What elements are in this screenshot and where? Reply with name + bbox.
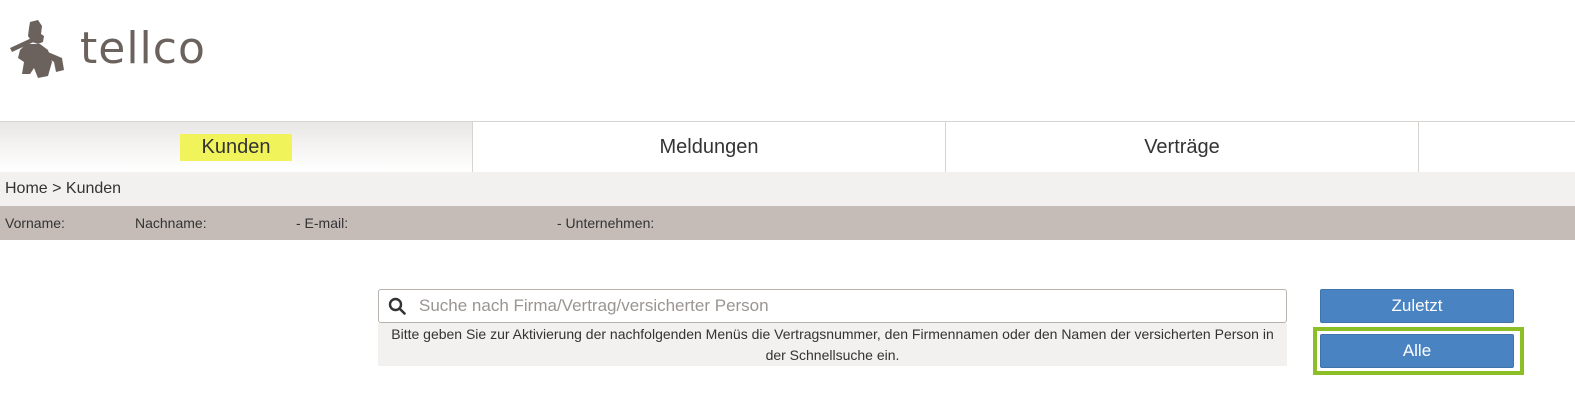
nav-tab-label: Verträge [1144,135,1220,158]
search-icon [388,297,406,315]
customer-info-bar: Vorname: Nachname: - E-mail: - Unternehm… [0,206,1575,240]
search-input[interactable] [417,290,1286,322]
tell-figure-logo-icon [10,20,64,78]
nav-tab-empty[interactable] [1419,122,1575,172]
all-button[interactable]: Alle [1320,334,1514,368]
nav-tab-meldungen[interactable]: Meldungen [473,122,946,172]
quick-search[interactable] [378,289,1287,323]
recent-button[interactable]: Zuletzt [1320,289,1514,323]
page: tellco Kunden Meldungen Verträge Home > … [0,0,1575,399]
vorname-label: Vorname: [5,215,65,231]
nachname-label: Nachname: [135,215,207,231]
breadcrumb-text: Home > Kunden [5,180,122,197]
header: tellco [0,0,1575,121]
logo-text: tellco [80,23,206,74]
email-label: - E-mail: [296,215,349,231]
nav-tab-label: Kunden [179,133,293,161]
nav-tab-kunden[interactable]: Kunden [0,122,473,172]
nav-tab-vertraege[interactable]: Verträge [946,122,1419,172]
logo[interactable]: tellco [8,18,206,80]
nav-tab-label: Meldungen [659,135,759,158]
unternehmen-label: - Unternehmen: [557,215,655,231]
main-nav: Kunden Meldungen Verträge [0,121,1575,173]
search-hint: Bitte geben Sie zur Aktivierung der nach… [378,323,1287,366]
breadcrumb: Home > Kunden [0,172,1575,206]
